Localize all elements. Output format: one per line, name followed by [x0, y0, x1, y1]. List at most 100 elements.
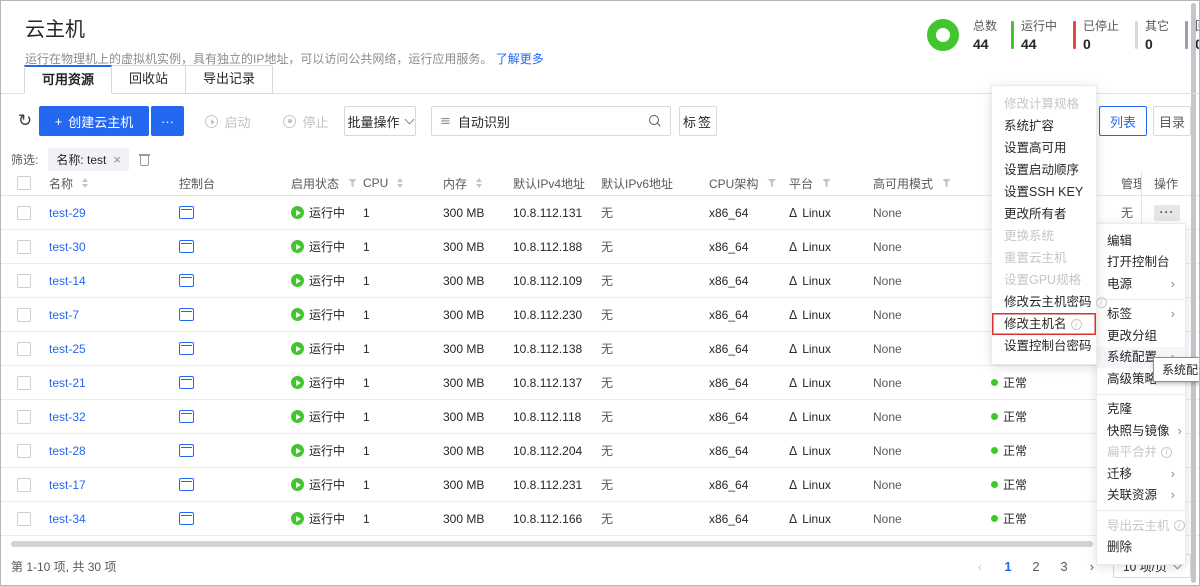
stat-item[interactable]: 其它0 — [1135, 17, 1169, 52]
column-header-ha[interactable]: 高可用模式 — [873, 171, 983, 195]
tag-button[interactable]: 标签 — [679, 106, 717, 136]
search-icon[interactable] — [649, 115, 662, 128]
refresh-button[interactable]: ↻ — [11, 106, 39, 136]
stat-item[interactable]: 运行中44 — [1011, 17, 1057, 52]
action-menu-item[interactable]: 编辑 — [1097, 230, 1185, 252]
prev-page-button[interactable]: ‹ — [973, 559, 987, 574]
console-icon[interactable] — [179, 240, 194, 253]
view-toggle-catalog[interactable]: 目录 — [1153, 106, 1191, 136]
action-menu-item[interactable]: 电源› — [1097, 273, 1185, 295]
submenu-item[interactable]: 修改主机名i — [992, 313, 1096, 335]
stat-item[interactable]: 已停止0 — [1073, 17, 1119, 52]
filter-tag-close-icon[interactable]: × — [113, 155, 121, 165]
batch-actions-button[interactable]: 批量操作 — [344, 106, 416, 136]
ipv6-value: 无 — [601, 238, 613, 255]
vm-name-link[interactable]: test-17 — [49, 478, 86, 492]
search-mode-icon[interactable]: ≡ — [440, 114, 451, 129]
submenu-item[interactable]: 设置高可用 — [992, 137, 1096, 159]
console-icon[interactable] — [179, 410, 194, 423]
submenu-item[interactable]: 更改所有者 — [992, 203, 1096, 225]
sort-icon[interactable] — [397, 178, 403, 188]
vm-name-link[interactable]: test-32 — [49, 410, 86, 424]
cell-status: 运行中 — [291, 434, 363, 467]
search-input[interactable]: ≡ 自动识别 — [431, 106, 671, 136]
row-checkbox[interactable] — [17, 444, 31, 458]
filter-funnel-icon[interactable] — [348, 179, 357, 188]
select-all-checkbox[interactable] — [17, 176, 31, 190]
vm-name-link[interactable]: test-21 — [49, 376, 86, 390]
submenu-item[interactable]: 系统扩容 — [992, 115, 1096, 137]
row-checkbox[interactable] — [17, 376, 31, 390]
row-checkbox[interactable] — [17, 206, 31, 220]
console-icon[interactable] — [179, 376, 194, 389]
cell-arch: x86_64 — [709, 230, 789, 263]
status-text: 运行中 — [309, 442, 345, 459]
vm-name-link[interactable]: test-34 — [49, 512, 86, 526]
clear-filters-trash-icon[interactable] — [139, 153, 150, 166]
column-header-name[interactable]: 名称 — [49, 171, 179, 195]
console-icon[interactable] — [179, 512, 194, 525]
console-icon[interactable] — [179, 206, 194, 219]
vm-name-link[interactable]: test-7 — [49, 308, 79, 322]
horizontal-scrollbar[interactable] — [11, 541, 1093, 547]
row-checkbox[interactable] — [17, 274, 31, 288]
action-menu-item[interactable]: 关联资源› — [1097, 485, 1185, 507]
sort-icon[interactable] — [476, 178, 482, 188]
action-menu-item[interactable]: 快照与镜像› — [1097, 420, 1185, 442]
action-menu-item[interactable]: 更改分组 — [1097, 325, 1185, 347]
create-host-button[interactable]: + 创建云主机 — [39, 106, 149, 136]
tab-可用资源[interactable]: 可用资源 — [24, 65, 112, 94]
action-menu-item[interactable]: 标签› — [1097, 304, 1185, 326]
submenu-item[interactable]: 设置SSH KEY — [992, 181, 1096, 203]
vm-name-link[interactable]: test-29 — [49, 206, 86, 220]
vm-name-link[interactable]: test-14 — [49, 274, 86, 288]
column-header-cpu[interactable]: CPU — [363, 171, 443, 195]
console-icon[interactable] — [179, 444, 194, 457]
submenu-item[interactable]: 设置控制台密码 — [992, 335, 1096, 357]
action-menu-item[interactable]: 删除 — [1097, 537, 1185, 559]
action-menu-item[interactable]: 迁移› — [1097, 463, 1185, 485]
column-header-platform[interactable]: 平台 — [789, 171, 873, 195]
column-label: 高可用模式 — [873, 175, 933, 192]
page-number-1[interactable]: 1 — [1001, 559, 1015, 574]
ipv6-value: 无 — [601, 204, 613, 221]
learn-more-link[interactable]: 了解更多 — [496, 52, 544, 66]
column-header-status[interactable]: 启用状态 — [291, 171, 363, 195]
row-actions-button[interactable]: ··· — [1154, 205, 1180, 221]
action-menu-item[interactable]: 克隆 — [1097, 399, 1185, 421]
vm-name-link[interactable]: test-30 — [49, 240, 86, 254]
view-toggle-list[interactable]: 列表 — [1099, 106, 1147, 136]
ipv4-value: 10.8.112.204 — [513, 444, 582, 458]
action-menu-item[interactable]: 打开控制台 — [1097, 252, 1185, 274]
page-number-2[interactable]: 2 — [1029, 559, 1043, 574]
vm-name-link[interactable]: test-28 — [49, 444, 86, 458]
filter-funnel-icon[interactable] — [822, 179, 831, 188]
console-icon[interactable] — [179, 478, 194, 491]
vertical-scrollbar[interactable] — [1191, 3, 1196, 583]
vm-name-link[interactable]: test-25 — [49, 342, 86, 356]
page-number-3[interactable]: 3 — [1057, 559, 1071, 574]
stop-button[interactable]: 停止 — [275, 106, 337, 136]
platform-value: Linux — [802, 274, 831, 288]
column-header-arch[interactable]: CPU架构 — [709, 171, 789, 195]
row-checkbox[interactable] — [17, 342, 31, 356]
column-header-mem[interactable]: 内存 — [443, 171, 513, 195]
tab-导出记录[interactable]: 导出记录 — [185, 65, 273, 94]
console-icon[interactable] — [179, 342, 194, 355]
console-icon[interactable] — [179, 274, 194, 287]
stat-color-bar — [1073, 21, 1076, 49]
row-checkbox[interactable] — [17, 308, 31, 322]
console-icon[interactable] — [179, 308, 194, 321]
row-checkbox[interactable] — [17, 240, 31, 254]
create-more-button[interactable]: ··· — [151, 106, 184, 136]
row-checkbox[interactable] — [17, 410, 31, 424]
row-checkbox[interactable] — [17, 512, 31, 526]
submenu-item[interactable]: 设置启动顺序 — [992, 159, 1096, 181]
row-checkbox[interactable] — [17, 478, 31, 492]
tab-回收站[interactable]: 回收站 — [111, 65, 186, 94]
start-button[interactable]: 启动 — [197, 106, 259, 136]
submenu-item[interactable]: 修改云主机密码i — [992, 291, 1096, 313]
sort-icon[interactable] — [82, 178, 88, 188]
filter-funnel-icon[interactable] — [942, 179, 951, 188]
filter-funnel-icon[interactable] — [767, 179, 776, 188]
